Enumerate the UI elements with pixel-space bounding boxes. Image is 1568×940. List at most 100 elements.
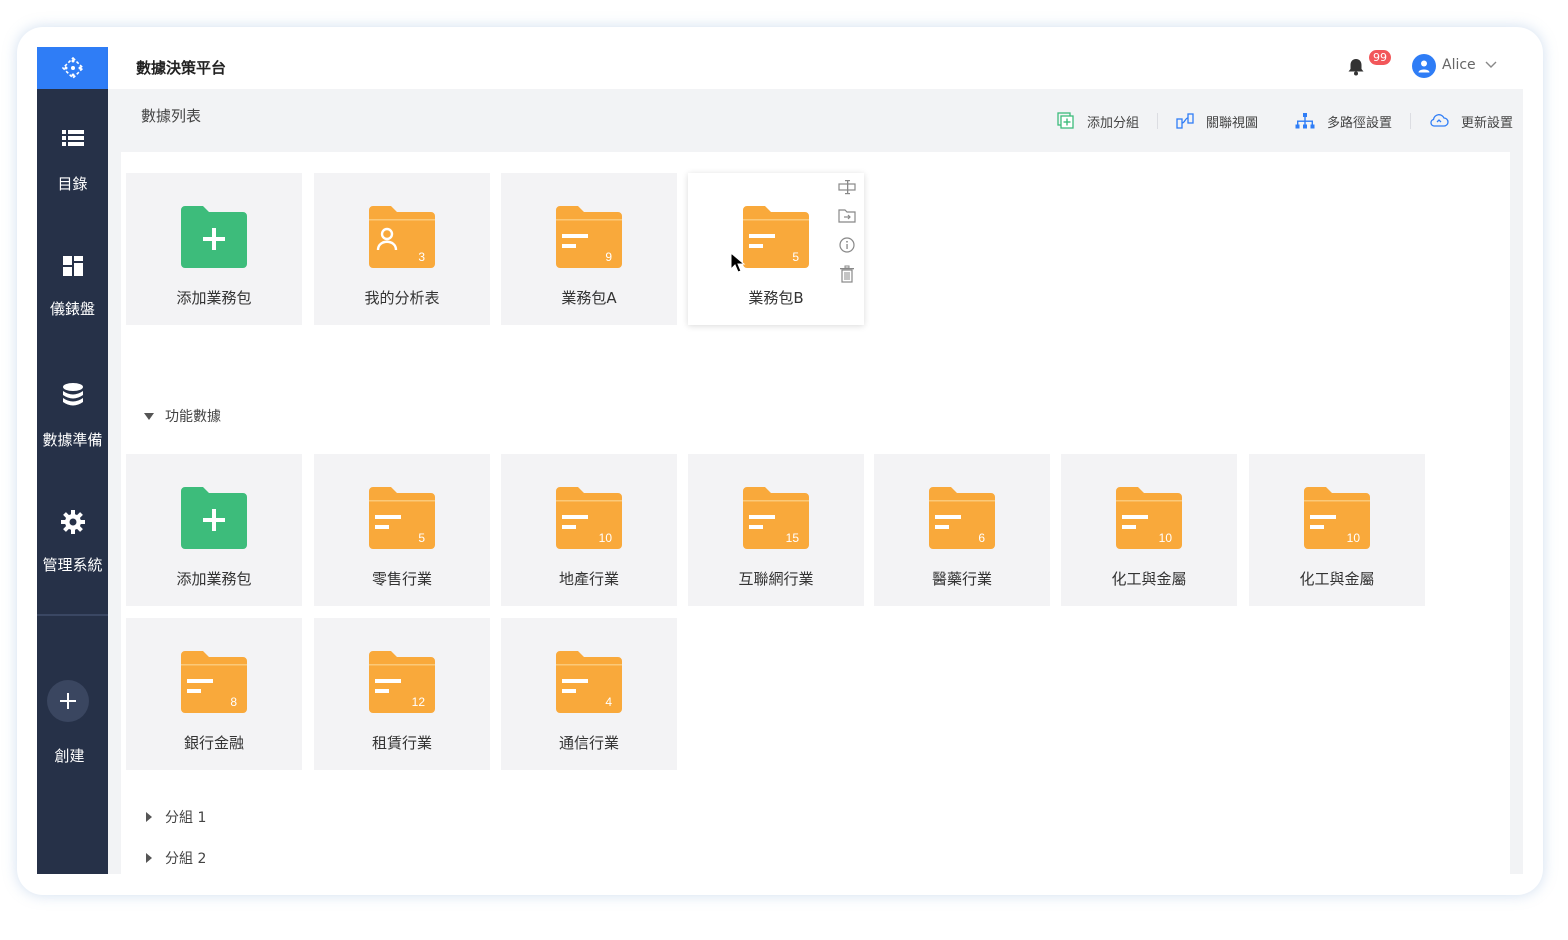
sidebar-item-label: 儀錶盤 (49, 300, 95, 318)
gear-icon (60, 510, 85, 534)
delete-icon[interactable] (837, 265, 857, 294)
card-label: 租賃行業 (371, 734, 432, 752)
folder-icon: 12 (369, 651, 435, 713)
app: 目錄 儀錶盤 數據準備 管理系統 創建 數據決策平台 99 Alice 數據列表… (37, 47, 1523, 874)
page-title: 數據列表 (141, 107, 202, 125)
folder-icon: 10 (1304, 487, 1370, 549)
add-folder-icon (181, 487, 247, 549)
sidebar-item-data-prep[interactable]: 數據準備 (37, 382, 108, 450)
rename-icon[interactable] (837, 178, 857, 207)
package-card[interactable]: 6 醫藥行業 (874, 454, 1050, 606)
group-label: 分組 2 (165, 851, 207, 867)
section-title: 功能數據 (165, 409, 221, 425)
sidebar: 目錄 儀錶盤 數據準備 管理系統 創建 (37, 47, 108, 874)
add-folder-icon (181, 206, 247, 268)
package-card[interactable]: 5 零售行業 (314, 454, 490, 606)
window-frame: 目錄 儀錶盤 數據準備 管理系統 創建 數據決策平台 99 Alice 數據列表… (17, 27, 1543, 895)
add-group-button[interactable]: 添加分組 (1057, 112, 1139, 131)
card-label: 銀行金融 (183, 734, 244, 752)
group-toggle-2[interactable]: 分組 2 (146, 848, 206, 868)
card-label: 化工與金屬 (1111, 570, 1187, 588)
multipath-label: 多路徑設置 (1326, 115, 1392, 131)
package-card[interactable]: 10 化工與金屬 (1249, 454, 1425, 606)
sidebar-item-label: 管理系統 (42, 556, 103, 574)
database-icon (62, 383, 83, 406)
toolbar-divider (1409, 113, 1411, 129)
mouse-cursor-icon (730, 252, 746, 273)
card-count: 8 (230, 695, 237, 709)
folder-icon: 5 (369, 487, 435, 549)
list-icon (61, 130, 84, 146)
username[interactable]: Alice (1442, 57, 1476, 73)
package-card[interactable]: 3 我的分析表 (314, 173, 490, 325)
card-label: 添加業務包 (176, 570, 252, 588)
folder-icon: 10 (1116, 487, 1182, 549)
card-label: 零售行業 (371, 570, 432, 588)
data-list-panel: 添加業務包 3 我的分析表 9 業務包A 5 業務包B 功能數據 添加業務包 5… (121, 152, 1510, 874)
create-label: 創建 (54, 747, 85, 765)
section-toggle-functional-data[interactable]: 功能數據 (144, 406, 221, 426)
card-label: 化工與金屬 (1299, 570, 1375, 588)
card-label: 醫藥行業 (931, 570, 992, 588)
card-count: 10 (1159, 531, 1173, 545)
chevron-down-icon[interactable] (1484, 60, 1498, 70)
sidebar-item-dashboard[interactable]: 儀錶盤 (37, 253, 108, 319)
info-icon[interactable] (837, 236, 857, 265)
card-count: 10 (1347, 531, 1361, 545)
card-label: 業務包A (561, 289, 617, 307)
cloud-refresh-icon (1430, 114, 1449, 127)
relation-view-label: 關聯視圖 (1205, 115, 1258, 131)
card-count: 4 (605, 695, 612, 709)
package-card[interactable]: 9 業務包A (501, 173, 677, 325)
folder-icon: 9 (556, 206, 622, 268)
card-count: 15 (786, 531, 800, 545)
move-folder-icon[interactable] (837, 207, 857, 236)
add-group-icon (1057, 112, 1074, 129)
folder-icon: 10 (556, 487, 622, 549)
package-card-selected[interactable]: 5 業務包B (688, 173, 864, 325)
card-label: 我的分析表 (364, 289, 440, 307)
package-card[interactable]: 10 化工與金屬 (1061, 454, 1237, 606)
update-settings-label: 更新設置 (1460, 115, 1513, 131)
avatar[interactable] (1412, 54, 1436, 78)
sidebar-item-admin[interactable]: 管理系統 (37, 509, 108, 575)
multipath-button[interactable]: 多路徑設置 (1295, 112, 1392, 131)
plus-icon (60, 693, 76, 709)
caret-right-icon (146, 812, 152, 822)
sidebar-item-label: 數據準備 (42, 431, 103, 449)
folder-icon: 8 (181, 651, 247, 713)
main-content: 數據列表 添加分組 關聯視圖 多路徑設置 更新設置 添加業務包 3 我的分析表 … (108, 89, 1523, 874)
card-label: 地產行業 (558, 570, 619, 588)
user-icon (1418, 60, 1430, 73)
sidebar-item-catalog[interactable]: 目錄 (37, 125, 108, 194)
package-card[interactable]: 8 銀行金融 (126, 618, 302, 770)
card-count: 10 (599, 531, 613, 545)
package-card[interactable]: 4 通信行業 (501, 618, 677, 770)
group-toggle-1[interactable]: 分組 1 (146, 807, 206, 827)
create-button[interactable] (47, 680, 89, 722)
bell-icon[interactable] (1348, 58, 1364, 76)
add-package-card[interactable]: 添加業務包 (126, 173, 302, 325)
update-settings-button[interactable]: 更新設置 (1429, 112, 1513, 131)
top-bar: 數據決策平台 99 Alice (108, 47, 1523, 89)
card-count: 3 (418, 250, 425, 264)
package-card[interactable]: 12 租賃行業 (314, 618, 490, 770)
folder-icon: 4 (556, 651, 622, 713)
toolbar-divider (1156, 113, 1158, 129)
package-card[interactable]: 10 地產行業 (501, 454, 677, 606)
card-label: 添加業務包 (176, 289, 252, 307)
package-card[interactable]: 15 互聯網行業 (688, 454, 864, 606)
relation-view-icon (1176, 113, 1194, 129)
caret-down-icon (144, 412, 154, 420)
sidebar-item-label: 目錄 (57, 175, 88, 193)
card-count: 5 (418, 531, 425, 545)
notification-badge: 99 (1369, 50, 1391, 65)
card-actions (837, 178, 857, 294)
logo[interactable] (37, 47, 108, 89)
add-package-card[interactable]: 添加業務包 (126, 454, 302, 606)
relation-view-button[interactable]: 關聯視圖 (1176, 112, 1258, 131)
logo-icon (61, 57, 84, 79)
card-label: 互聯網行業 (738, 570, 814, 588)
card-count: 12 (412, 695, 426, 709)
hierarchy-icon (1295, 113, 1315, 129)
